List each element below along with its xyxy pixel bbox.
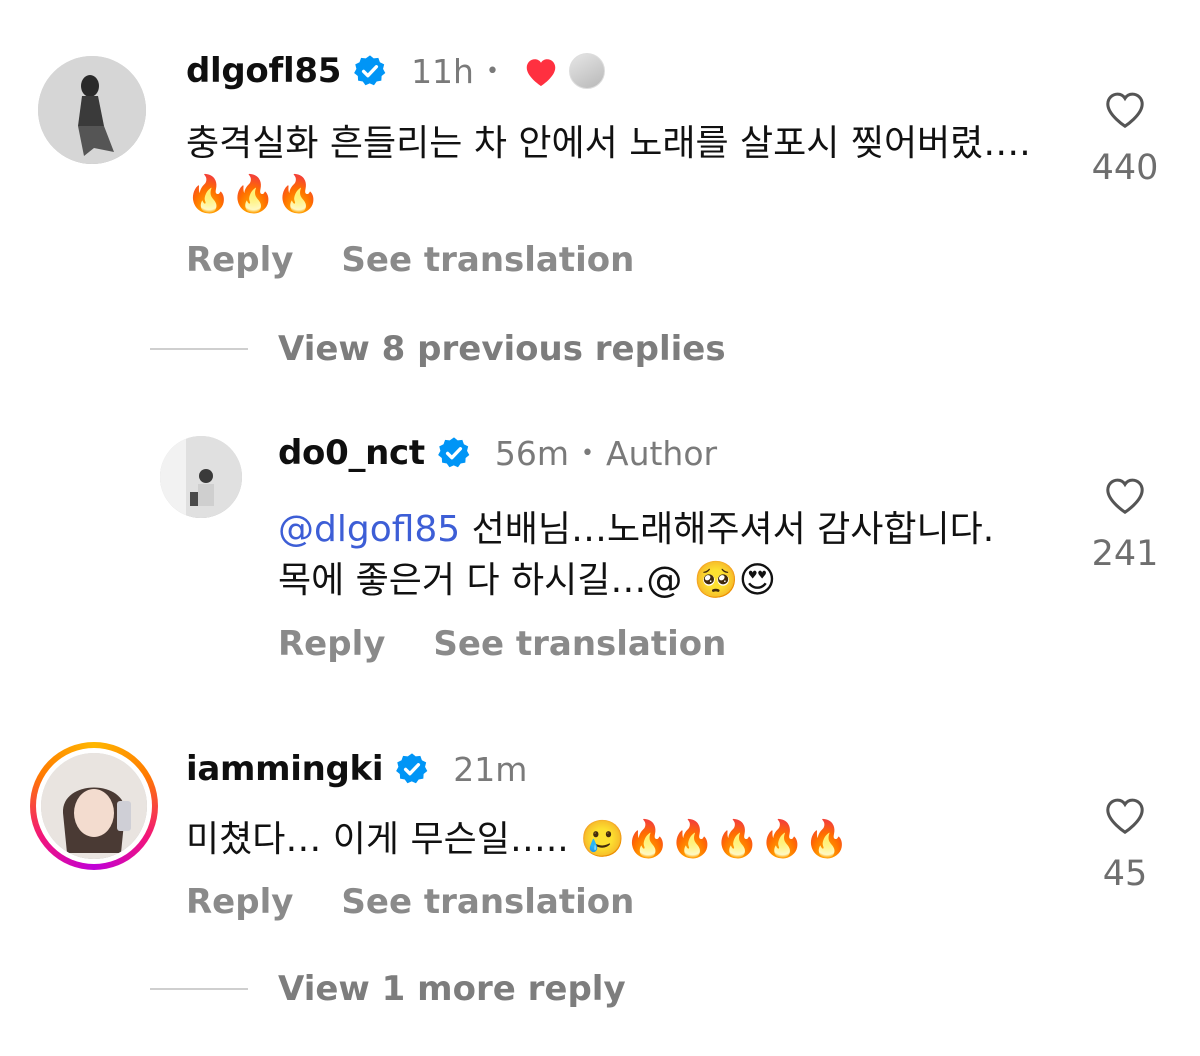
- divider-line: [150, 348, 248, 350]
- timestamp: 21m: [453, 749, 528, 789]
- heart-outline-icon: [1106, 92, 1144, 128]
- avatar-dlgofl85[interactable]: [38, 56, 146, 164]
- view-more-replies-label[interactable]: View 1 more reply: [278, 969, 626, 1009]
- see-translation-button[interactable]: See translation: [433, 624, 726, 664]
- username[interactable]: dlgofl85: [186, 51, 341, 91]
- username[interactable]: do0_nct: [278, 433, 425, 473]
- view-previous-replies[interactable]: View 8 previous replies: [150, 326, 726, 372]
- comment-actions: Reply See translation: [186, 240, 634, 280]
- like-button[interactable]: 45: [1080, 794, 1170, 894]
- divider-line: [150, 988, 248, 990]
- reply-button[interactable]: Reply: [186, 882, 293, 922]
- view-more-replies[interactable]: View 1 more reply: [150, 966, 626, 1012]
- verified-icon: [395, 752, 429, 786]
- heart-outline-icon: [1106, 478, 1144, 514]
- comment-text: 미쳤다… 이게 무슨일….. 🥲🔥🔥🔥🔥🔥: [186, 819, 850, 860]
- verified-icon: [353, 54, 387, 88]
- comment-text: 충격실화 흔들리는 차 안에서 노래를 살포시 찢어버렸….🔥🔥🔥: [186, 123, 1031, 215]
- heart-outline-icon: [1106, 798, 1144, 834]
- username[interactable]: iammingki: [186, 749, 384, 789]
- avatar-iammingki: [41, 753, 147, 859]
- like-count: 440: [1091, 148, 1159, 188]
- heart-filled-icon: [526, 59, 556, 86]
- comment-actions: Reply See translation: [278, 624, 726, 664]
- comment-header: dlgofl85 11h •: [186, 48, 605, 94]
- separator-dot: •: [581, 440, 594, 466]
- view-previous-replies-label[interactable]: View 8 previous replies: [278, 329, 726, 369]
- avatar-do0-nct[interactable]: [160, 436, 242, 518]
- verified-icon: [437, 436, 471, 470]
- reply-button[interactable]: Reply: [186, 240, 293, 280]
- comment-actions: Reply See translation: [186, 882, 634, 922]
- like-count: 45: [1102, 854, 1148, 894]
- like-count: 241: [1091, 534, 1159, 574]
- mention-link[interactable]: @dlgofl85: [278, 509, 460, 550]
- timestamp: 56m: [494, 433, 570, 473]
- author-badge: Author: [606, 433, 718, 473]
- see-translation-button[interactable]: See translation: [341, 240, 634, 280]
- reply-button[interactable]: Reply: [278, 624, 385, 664]
- liked-by-author: [523, 53, 605, 89]
- timestamp: 11h: [411, 51, 474, 91]
- like-button[interactable]: 241: [1080, 474, 1170, 574]
- author-avatar-mini: [568, 53, 605, 89]
- see-translation-button[interactable]: See translation: [341, 882, 634, 922]
- separator-dot: •: [485, 58, 499, 84]
- comment-text: @dlgofl85 선배님…노래해주셔서 감사합니다. 목에 좋은거 다 하시길…: [278, 504, 1038, 606]
- comment-header: iammingki 21m: [186, 746, 527, 792]
- comment-header: do0_nct 56m • Author: [278, 430, 717, 476]
- like-button[interactable]: 440: [1080, 88, 1170, 188]
- story-ring[interactable]: [30, 742, 158, 870]
